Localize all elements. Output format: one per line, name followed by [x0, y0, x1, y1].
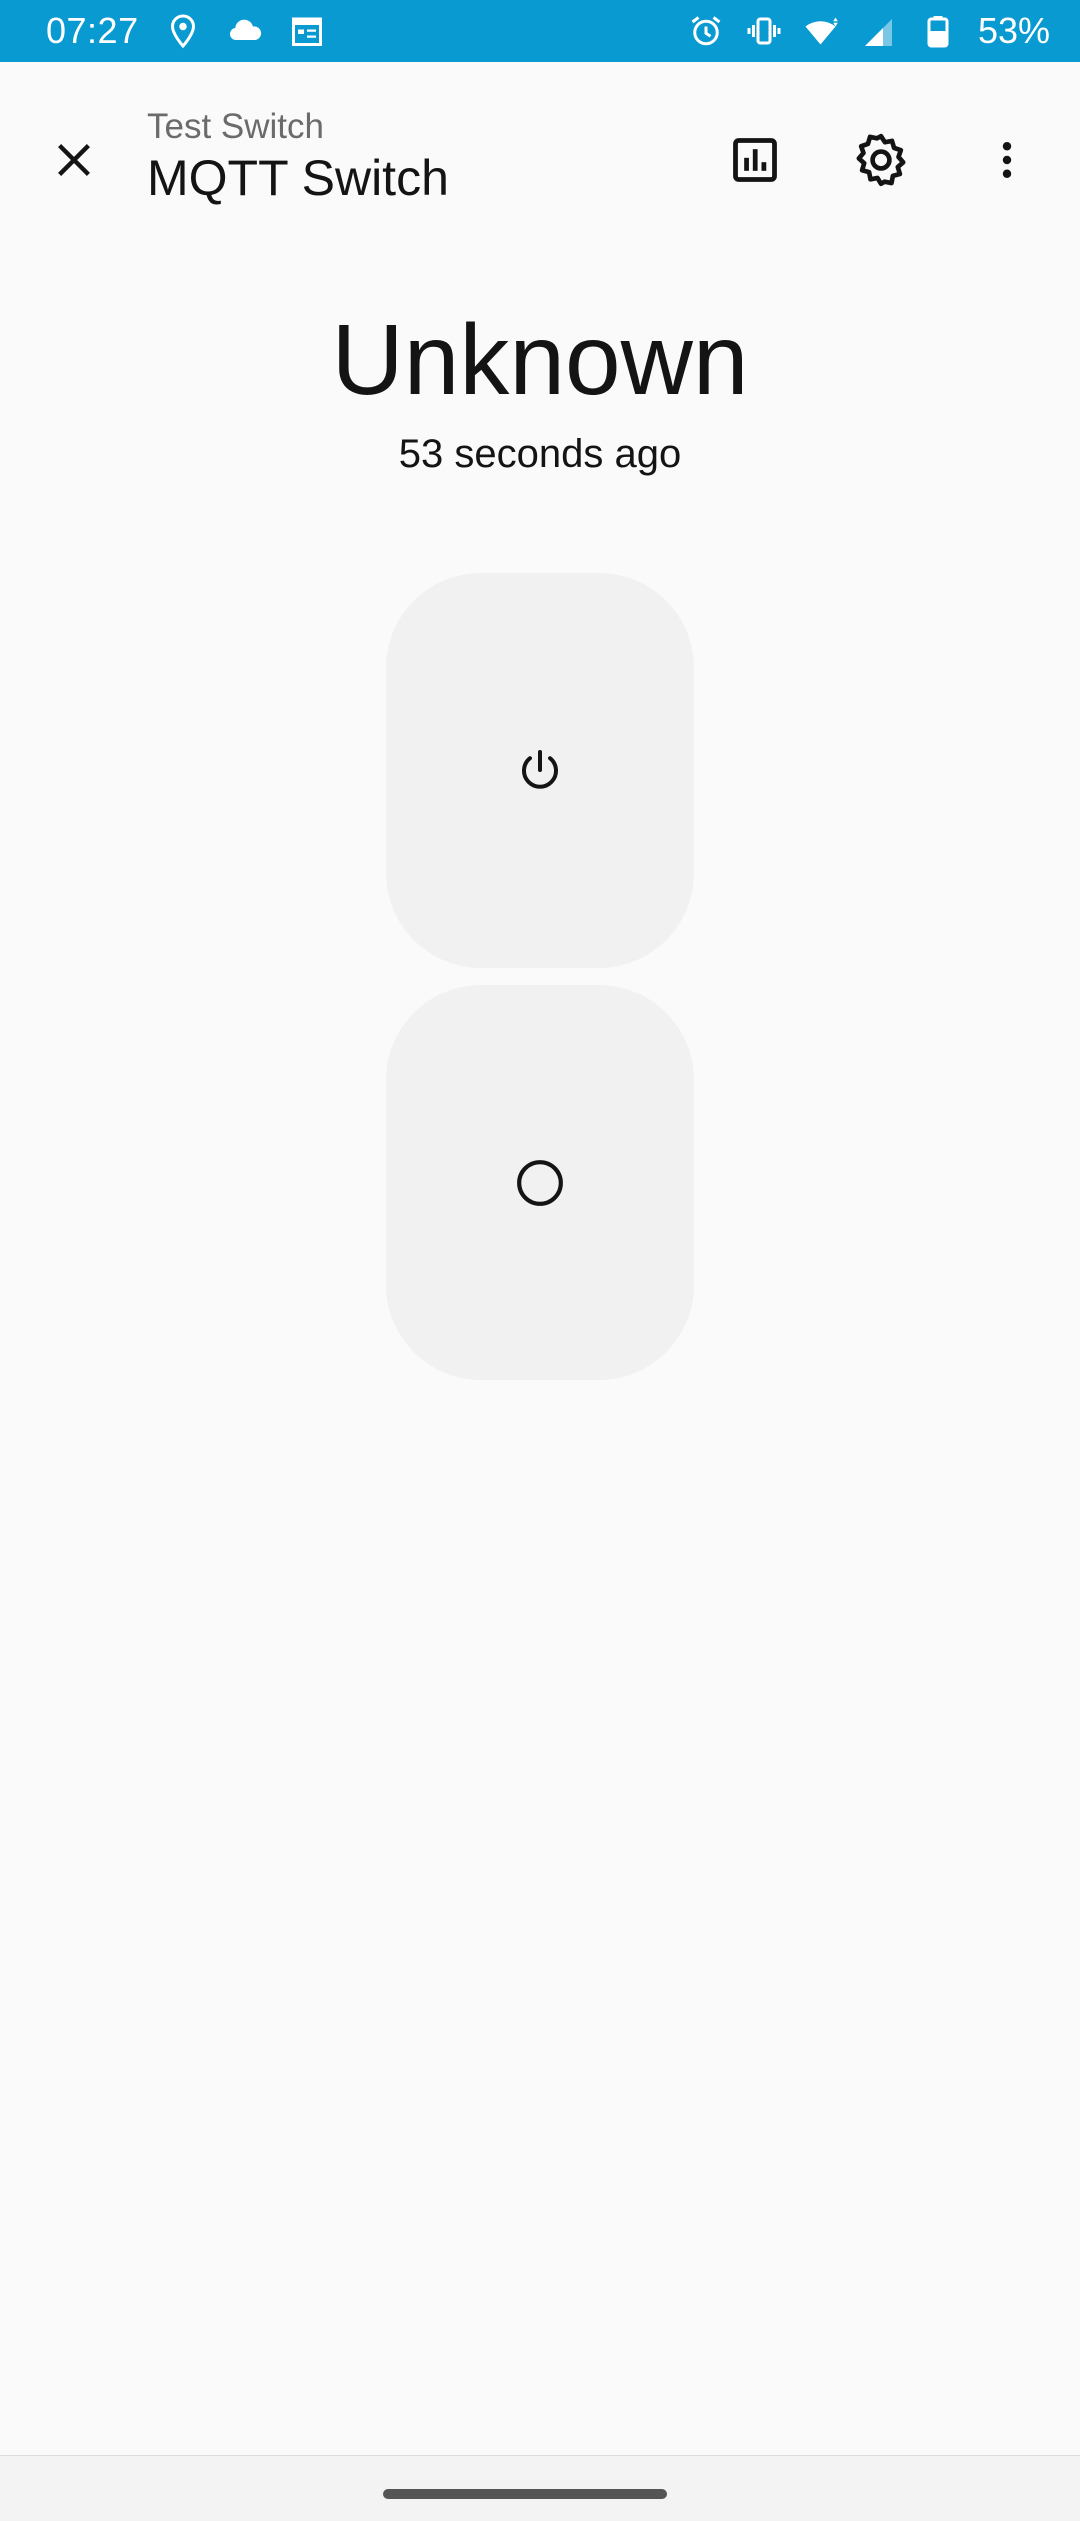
device-subtitle: Test Switch — [147, 107, 324, 146]
entity-title: MQTT Switch — [147, 150, 449, 206]
last-changed-time: 53 seconds ago — [398, 432, 682, 476]
app-bar: Test Switch MQTT Switch — [0, 62, 1080, 242]
history-button[interactable] — [713, 118, 797, 202]
calendar-icon — [291, 17, 322, 46]
entity-state-panel: Unknown 53 seconds ago — [0, 300, 1080, 477]
power-icon — [522, 749, 558, 789]
overflow-menu-icon — [1002, 142, 1012, 178]
history-chart-icon — [733, 138, 777, 182]
battery-percentage: 53% — [977, 10, 1050, 51]
location-icon — [170, 14, 195, 49]
settings-gear-icon — [856, 133, 906, 187]
cell-signal-icon — [864, 19, 892, 46]
wifi-icon — [805, 17, 838, 45]
settings-button[interactable] — [839, 118, 923, 202]
state-value: Unknown — [331, 304, 749, 416]
home-gesture-handle[interactable] — [383, 2489, 667, 2499]
status-left: 07:27 — [46, 10, 325, 52]
close-icon — [58, 144, 90, 176]
close-button[interactable] — [32, 118, 116, 202]
cloud-icon — [229, 19, 261, 41]
turn-off-button[interactable] — [386, 985, 694, 1380]
turn-on-button[interactable] — [386, 573, 694, 968]
alarm-icon — [691, 16, 721, 46]
overflow-menu-button[interactable] — [965, 118, 1049, 202]
status-right: 53% — [688, 10, 1050, 52]
battery-icon — [927, 16, 949, 48]
circle-icon — [517, 1159, 563, 1206]
status-time: 07:27 — [46, 10, 139, 51]
gesture-nav-bar — [0, 2455, 1080, 2521]
vibrate-icon — [747, 17, 781, 45]
status-bar: 07:27 53% — [0, 0, 1080, 62]
dialog-titles: Test Switch MQTT Switch — [147, 106, 449, 208]
